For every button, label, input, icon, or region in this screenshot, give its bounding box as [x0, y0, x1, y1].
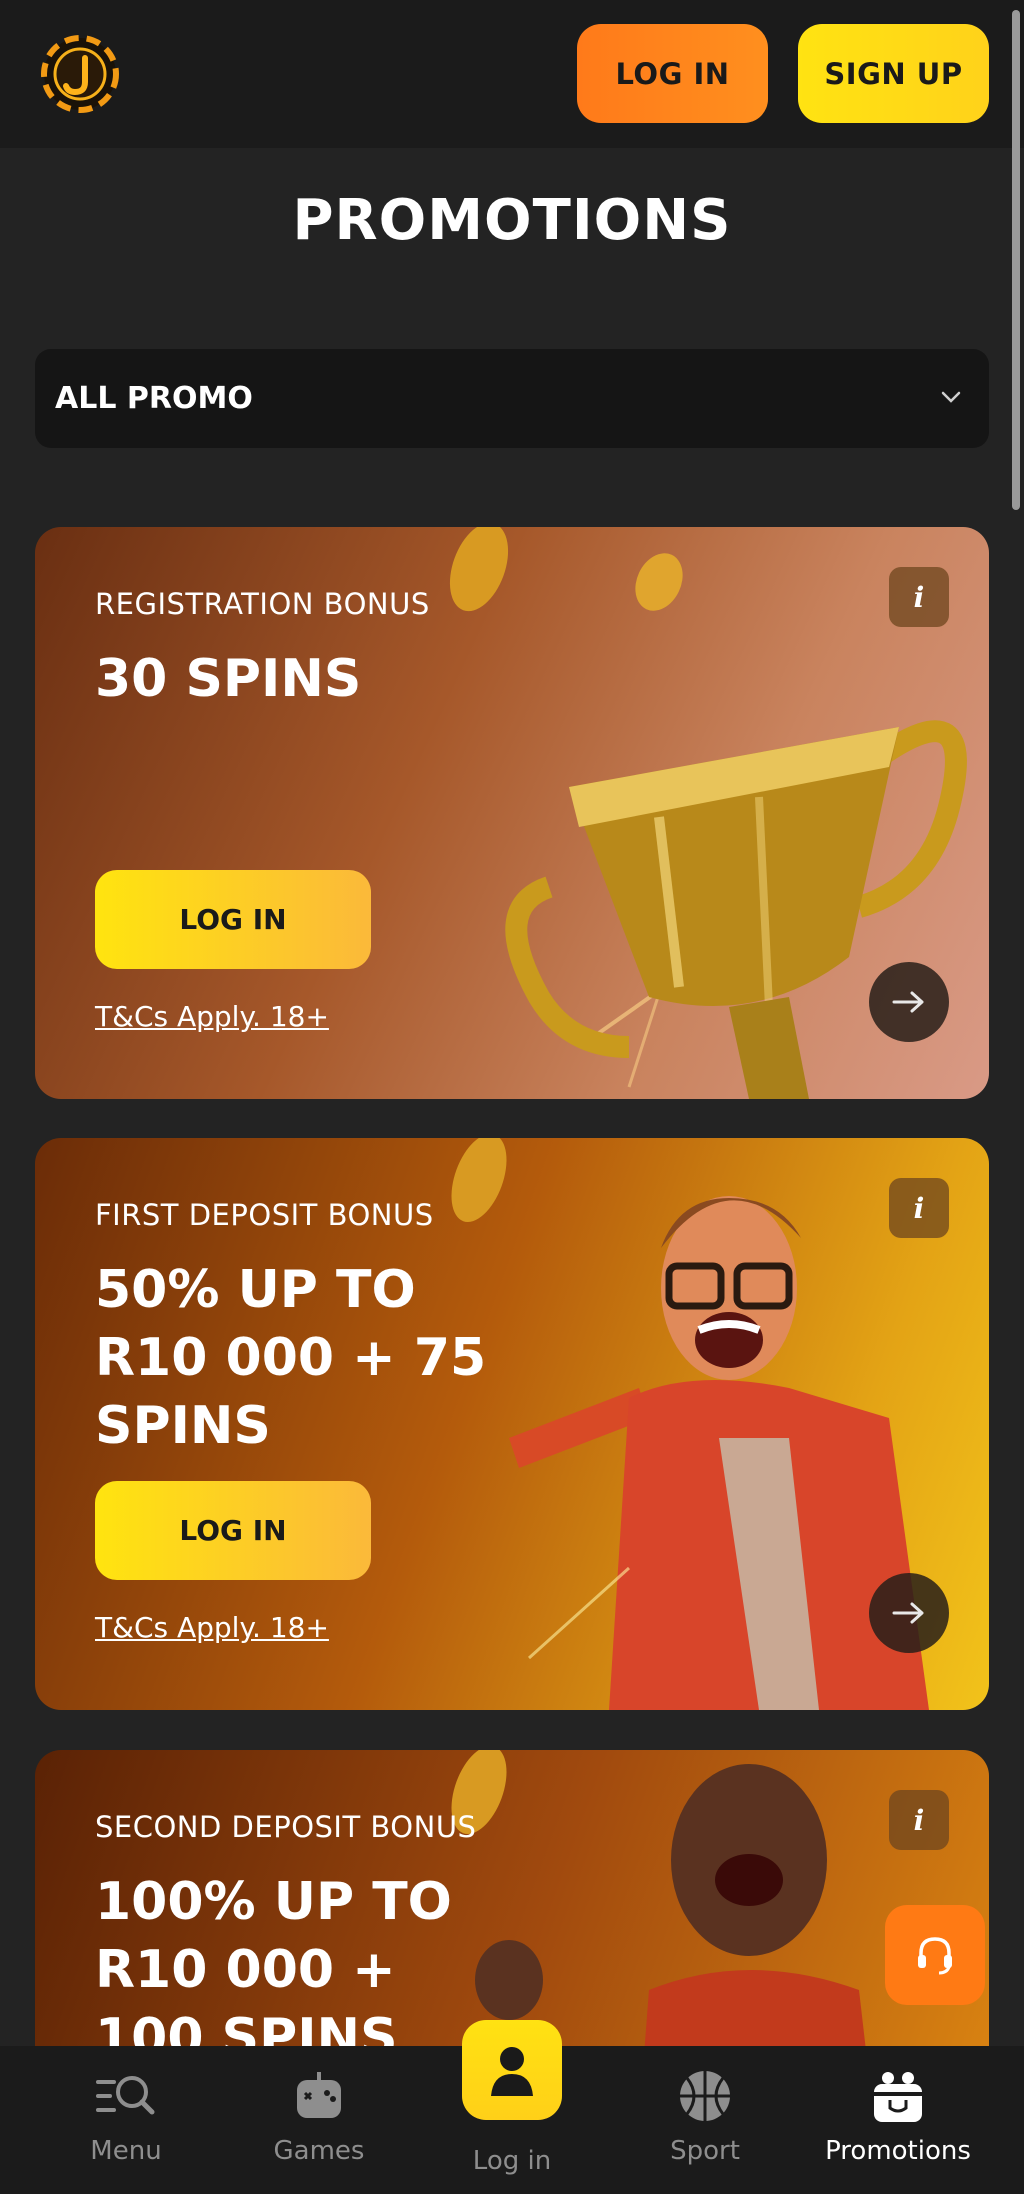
terms-link[interactable]: T&Cs Apply. 18+ — [95, 1611, 329, 1644]
login-fab-button[interactable] — [462, 2020, 562, 2120]
top-header: LOG IN SIGN UP — [0, 0, 1024, 510]
nav-games-label: Games — [273, 2136, 365, 2166]
signup-button[interactable]: SIGN UP — [798, 24, 989, 123]
nav-menu[interactable]: Menu — [26, 2046, 226, 2194]
promo-kicker: REGISTRATION BONUS — [95, 587, 430, 621]
user-icon — [491, 2047, 533, 2096]
terms-link[interactable]: T&Cs Apply. 18+ — [95, 1000, 329, 1033]
arrow-right-icon[interactable] — [869, 1573, 949, 1653]
gamepad-icon — [297, 2072, 341, 2118]
promo-card-registration[interactable]: i REGISTRATION BONUS 30 SPINS LOG IN T&C… — [35, 527, 989, 1099]
gift-icon — [874, 2072, 922, 2122]
info-icon[interactable]: i — [889, 1178, 949, 1238]
promo-title: 100% UP TO R10 000 + 100 SPINS — [95, 1872, 452, 2068]
headset-icon — [918, 1937, 952, 1975]
nav-games[interactable]: Games — [219, 2046, 419, 2194]
nav-promotions[interactable]: Promotions — [798, 2046, 998, 2194]
page-title: PROMOTIONS — [292, 188, 732, 253]
promo-kicker: SECOND DEPOSIT BONUS — [95, 1810, 477, 1844]
promo-filter-select[interactable]: ALL PROMO — [35, 349, 989, 448]
logo-chip-icon[interactable] — [40, 30, 120, 118]
chevron-down-icon — [941, 391, 961, 403]
info-icon[interactable]: i — [889, 1790, 949, 1850]
promo-title: 50% UP TO R10 000 + 75 SPINS — [95, 1260, 487, 1456]
nav-menu-label: Menu — [90, 2136, 162, 2166]
promo-title: 30 SPINS — [95, 649, 362, 709]
arrow-right-icon[interactable] — [869, 962, 949, 1042]
menu-search-icon — [96, 2076, 155, 2115]
promo-login-button[interactable]: LOG IN — [95, 1481, 371, 1580]
nav-login-label: Log in — [472, 2146, 552, 2176]
scrollbar[interactable] — [1012, 10, 1020, 510]
nav-promotions-label: Promotions — [825, 2136, 971, 2166]
promo-card-first-deposit[interactable]: i FIRST DEPOSIT BONUS 50% UP TO R10 000 … — [35, 1138, 989, 1710]
nav-sport[interactable]: Sport — [605, 2046, 805, 2194]
support-button[interactable] — [885, 1905, 985, 2005]
login-button[interactable]: LOG IN — [577, 24, 768, 123]
basketball-icon — [680, 2071, 730, 2121]
promo-filter-value: ALL PROMO — [55, 381, 253, 416]
nav-sport-label: Sport — [670, 2136, 740, 2166]
promo-login-button[interactable]: LOG IN — [95, 870, 371, 969]
promo-kicker: FIRST DEPOSIT BONUS — [95, 1198, 434, 1232]
info-icon[interactable]: i — [889, 567, 949, 627]
